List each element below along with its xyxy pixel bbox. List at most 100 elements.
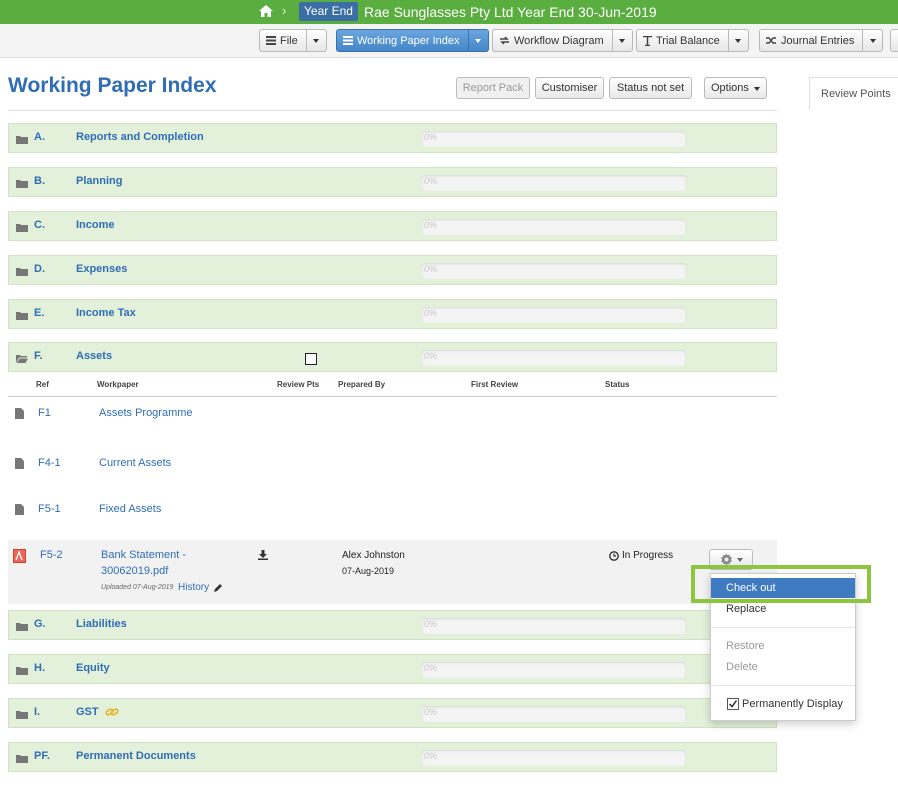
options-button[interactable]: Options xyxy=(704,77,767,99)
chevron-down-icon xyxy=(313,38,320,43)
section-name-text: Expenses xyxy=(76,263,128,275)
journal-entries-caret[interactable] xyxy=(862,30,882,51)
folder-icon xyxy=(16,755,28,763)
history-link[interactable]: History xyxy=(178,582,209,593)
workpaper-ref[interactable]: F4-1 xyxy=(38,457,61,469)
progress-bar: 0% xyxy=(422,706,686,722)
file-button[interactable]: File xyxy=(259,29,327,52)
document-icon xyxy=(15,408,24,419)
section-row[interactable]: A. Reports and Completion 0% xyxy=(8,123,777,153)
workflow-diagram-button[interactable]: Workflow Diagram xyxy=(492,29,633,52)
workpaper-name[interactable]: Current Assets xyxy=(99,457,171,469)
folder-icon xyxy=(16,312,28,320)
year-end-badge[interactable]: Year End xyxy=(299,2,358,21)
folder-icon xyxy=(16,180,28,188)
progress-bar: 0% xyxy=(422,350,686,366)
pdf-icon xyxy=(13,549,26,563)
trial-balance-button[interactable]: Trial Balance xyxy=(636,29,749,52)
progress-text: 0% xyxy=(424,132,438,142)
section-name[interactable]: Liabilities xyxy=(76,618,127,630)
file-dropdown-caret[interactable] xyxy=(305,30,326,51)
progress-bar: 0% xyxy=(422,662,686,678)
section-checkbox[interactable] xyxy=(305,353,317,365)
progress-text: 0% xyxy=(424,308,438,318)
workpaper-ref[interactable]: F1 xyxy=(38,407,51,419)
folder-icon xyxy=(16,623,28,631)
tab-review-points[interactable]: Review Points xyxy=(809,77,898,110)
section-name-text: GST xyxy=(76,706,99,718)
journal-entries-button[interactable]: Journal Entries xyxy=(759,29,884,52)
workpaper-ref[interactable]: F5-1 xyxy=(38,503,61,515)
section-name[interactable]: Income xyxy=(76,219,115,231)
download-icon[interactable] xyxy=(258,550,268,560)
menu-item-permanently-display[interactable]: Permanently Display xyxy=(711,694,855,714)
col-review-pts: Review Pts xyxy=(277,380,320,389)
section-name[interactable]: Permanent Documents xyxy=(76,750,196,762)
workpaper-name[interactable]: Bank Statement - xyxy=(101,549,186,561)
overflow-button[interactable] xyxy=(890,29,898,52)
progress-text: 0% xyxy=(424,220,438,230)
section-name[interactable]: GST xyxy=(76,706,119,718)
section-name[interactable]: Expenses xyxy=(76,263,127,275)
progress-text: 0% xyxy=(424,707,438,717)
refresh-icon xyxy=(500,36,509,45)
menu-divider xyxy=(711,685,855,686)
home-icon[interactable] xyxy=(258,4,274,18)
col-status: Status xyxy=(605,380,630,389)
workflow-diagram-caret[interactable] xyxy=(611,30,632,51)
workpaper-filename[interactable]: 30062019.pdf xyxy=(101,565,168,577)
callout-highlight xyxy=(691,565,871,603)
prepared-by-date: 07-Aug-2019 xyxy=(342,566,395,576)
section-letter: G. xyxy=(34,618,46,630)
link-icon xyxy=(105,708,119,716)
page-title: Working Paper Index xyxy=(8,74,217,97)
section-name[interactable]: Planning xyxy=(76,175,122,187)
progress-text: 0% xyxy=(424,351,438,361)
section-letter: I. xyxy=(34,706,41,718)
folder-icon xyxy=(16,667,28,675)
top-bar: › Year End Rae Sunglasses Pty Ltd Year E… xyxy=(0,0,898,24)
customiser-button[interactable]: Customiser xyxy=(535,77,604,99)
section-name[interactable]: Assets xyxy=(76,350,112,362)
progress-text: 0% xyxy=(424,264,438,274)
section-letter: H. xyxy=(34,662,45,674)
progress-bar: 0% xyxy=(422,750,686,766)
progress-bar: 0% xyxy=(422,307,686,323)
pencil-icon[interactable] xyxy=(213,583,223,593)
working-paper-index-caret[interactable] xyxy=(467,30,488,51)
section-row[interactable]: H. Equity 0% xyxy=(8,654,777,684)
folder-icon xyxy=(16,268,28,276)
section-row[interactable]: PF. Permanent Documents 0% xyxy=(8,742,777,772)
section-row[interactable]: E. Income Tax 0% xyxy=(8,299,777,329)
section-name[interactable]: Equity xyxy=(76,662,110,674)
section-row[interactable]: G. Liabilities 0% xyxy=(8,610,777,640)
workpaper-ref[interactable]: F5-2 xyxy=(40,549,63,561)
menu-divider xyxy=(711,627,855,628)
status-text: In Progress xyxy=(622,550,674,561)
col-first-review: First Review xyxy=(471,380,519,389)
working-paper-index-button[interactable]: Working Paper Index xyxy=(336,29,489,52)
section-row[interactable]: I. GST 0% xyxy=(8,698,777,728)
trial-balance-caret[interactable] xyxy=(727,30,748,51)
col-workpaper: Workpaper xyxy=(97,380,139,389)
section-name[interactable]: Income Tax xyxy=(76,307,136,319)
section-row[interactable]: B. Planning 0% xyxy=(8,167,777,197)
header-divider xyxy=(8,396,777,397)
section-row[interactable]: D. Expenses 0% xyxy=(8,255,777,285)
client-title: Rae Sunglasses Pty Ltd Year End 30-Jun-2… xyxy=(364,4,657,20)
section-row[interactable]: C. Income 0% xyxy=(8,211,777,241)
report-pack-button[interactable]: Report Pack xyxy=(456,77,530,99)
folder-open-icon xyxy=(16,355,28,363)
progress-bar: 0% xyxy=(422,618,686,634)
journal-entries-label: Journal Entries xyxy=(781,34,855,47)
section-name[interactable]: Reports and Completion xyxy=(76,131,204,143)
section-row[interactable]: F. Assets 0% xyxy=(8,342,777,372)
progress-text: 0% xyxy=(424,663,438,673)
section-letter: PF. xyxy=(34,750,50,762)
progress-text: 0% xyxy=(424,619,438,629)
status-button[interactable]: Status not set xyxy=(609,77,692,99)
section-name-text: Permanent Documents xyxy=(76,750,196,762)
workpaper-name[interactable]: Fixed Assets xyxy=(99,503,161,515)
workpaper-name[interactable]: Assets Programme xyxy=(99,407,193,419)
progress-bar: 0% xyxy=(422,219,686,235)
